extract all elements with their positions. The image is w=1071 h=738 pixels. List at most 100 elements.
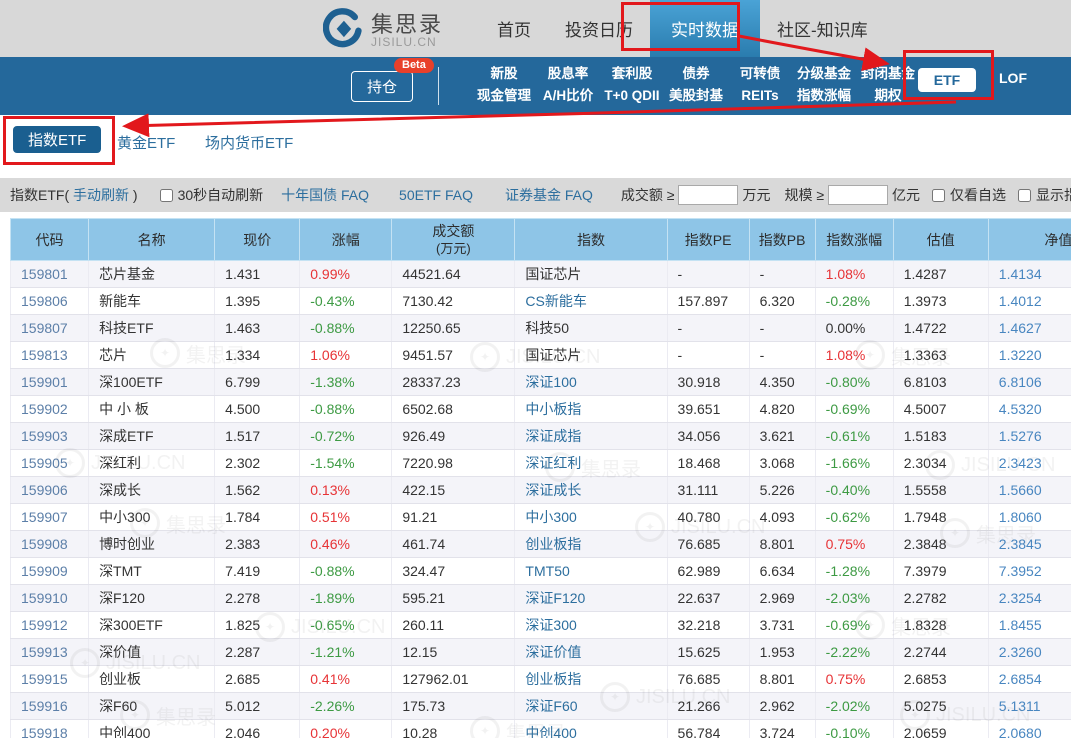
turnover-cell: 461.74 bbox=[392, 531, 515, 558]
faq-link-treasury[interactable]: 十年国债 FAQ bbox=[281, 185, 369, 205]
table-row: 159910深F1202.278-1.89%595.21深证F12022.637… bbox=[11, 585, 1071, 612]
sub-nav-item-index-etf[interactable]: 指数ETF bbox=[13, 126, 101, 153]
nav-cell[interactable]: 1.5276 bbox=[988, 423, 1071, 450]
main-nav-item[interactable]: 新股现金管理 bbox=[472, 63, 536, 107]
nav-item-lof[interactable]: LOF bbox=[999, 70, 1027, 86]
nav-cell[interactable]: 2.3423 bbox=[988, 450, 1071, 477]
pb-cell: 5.226 bbox=[749, 477, 815, 504]
index-cell: 国证芯片 bbox=[515, 261, 667, 288]
top-nav-item[interactable]: 投资日历 bbox=[548, 0, 650, 57]
nav-cell[interactable]: 2.3254 bbox=[988, 585, 1071, 612]
code-link[interactable]: 159806 bbox=[11, 288, 89, 315]
index-link[interactable]: 深证成长 bbox=[515, 477, 667, 504]
nav-cell[interactable]: 4.5320 bbox=[988, 396, 1071, 423]
code-link[interactable]: 159905 bbox=[11, 450, 89, 477]
nav-cell[interactable]: 1.5660 bbox=[988, 477, 1071, 504]
top-nav-item[interactable]: 实时数据 bbox=[650, 0, 760, 57]
code-link[interactable]: 159906 bbox=[11, 477, 89, 504]
nav-cell[interactable]: 2.3260 bbox=[988, 639, 1071, 666]
sub-nav-item-money-etf[interactable]: 场内货币ETF bbox=[205, 132, 293, 153]
nav-cell[interactable]: 7.3952 bbox=[988, 558, 1071, 585]
main-nav-item[interactable]: 债券美股封基 bbox=[664, 63, 728, 107]
change-cell: 1.06% bbox=[300, 342, 392, 369]
code-link[interactable]: 159912 bbox=[11, 612, 89, 639]
nav-item-etf[interactable]: ETF bbox=[918, 68, 976, 92]
nav-cell[interactable]: 1.4012 bbox=[988, 288, 1071, 315]
turnover-cell: 28337.23 bbox=[392, 369, 515, 396]
index-change-cell: -0.62% bbox=[815, 504, 893, 531]
index-link[interactable]: 中小板指 bbox=[515, 396, 667, 423]
index-link[interactable]: 创业板指 bbox=[515, 531, 667, 558]
nav-cell[interactable]: 1.8060 bbox=[988, 504, 1071, 531]
nav-cell[interactable]: 1.8455 bbox=[988, 612, 1071, 639]
nav-cell[interactable]: 6.8106 bbox=[988, 369, 1071, 396]
valuation-cell: 2.2744 bbox=[893, 639, 988, 666]
index-link[interactable]: 创业板指 bbox=[515, 666, 667, 693]
jisilu-logo[interactable]: 集思录 JISILU.CN bbox=[323, 8, 443, 53]
nav-cell[interactable]: 2.6854 bbox=[988, 666, 1071, 693]
pe-cell: 18.468 bbox=[667, 450, 749, 477]
index-link[interactable]: 深证300 bbox=[515, 612, 667, 639]
valuation-cell: 1.5183 bbox=[893, 423, 988, 450]
brand-name: 集思录 bbox=[371, 13, 443, 36]
nav-cell[interactable]: 2.0680 bbox=[988, 720, 1071, 738]
table-row: 159912深300ETF1.825-0.65%260.11深证30032.21… bbox=[11, 612, 1071, 639]
top-nav-item[interactable]: 首页 bbox=[480, 0, 548, 57]
code-link[interactable]: 159918 bbox=[11, 720, 89, 738]
sub-nav-item-gold-etf[interactable]: 黄金ETF bbox=[117, 132, 175, 153]
turnover-cell: 12.15 bbox=[392, 639, 515, 666]
page: 集思录 JISILU.CN 首页投资日历实时数据社区-知识库 持仓 Beta 新… bbox=[0, 0, 1071, 738]
code-link[interactable]: 159910 bbox=[11, 585, 89, 612]
index-link[interactable]: 中小300 bbox=[515, 504, 667, 531]
code-link[interactable]: 159907 bbox=[11, 504, 89, 531]
index-link[interactable]: 深证红利 bbox=[515, 450, 667, 477]
code-link[interactable]: 159903 bbox=[11, 423, 89, 450]
nav-cell[interactable]: 5.1311 bbox=[988, 693, 1071, 720]
code-link[interactable]: 159807 bbox=[11, 315, 89, 342]
faq-link-50etf[interactable]: 50ETF FAQ bbox=[399, 187, 473, 203]
faq-link-securities-fund[interactable]: 证券基金 FAQ bbox=[505, 185, 593, 205]
index-link[interactable]: TMT50 bbox=[515, 558, 667, 585]
price-cell: 1.562 bbox=[215, 477, 300, 504]
index-link[interactable]: 中创400 bbox=[515, 720, 667, 738]
index-link[interactable]: 深证100 bbox=[515, 369, 667, 396]
code-link[interactable]: 159801 bbox=[11, 261, 89, 288]
turnover-filter-input[interactable] bbox=[678, 185, 738, 205]
main-nav-item[interactable]: 可转债REITs bbox=[728, 63, 792, 107]
manual-refresh-link[interactable]: 手动刷新 bbox=[73, 187, 129, 203]
code-link[interactable]: 159915 bbox=[11, 666, 89, 693]
index-link[interactable]: 深证F120 bbox=[515, 585, 667, 612]
price-cell: 6.799 bbox=[215, 369, 300, 396]
turnover-cell: 422.15 bbox=[392, 477, 515, 504]
index-link[interactable]: 深证F60 bbox=[515, 693, 667, 720]
code-link[interactable]: 159902 bbox=[11, 396, 89, 423]
index-link[interactable]: 深证价值 bbox=[515, 639, 667, 666]
change-cell: 0.46% bbox=[300, 531, 392, 558]
pe-cell: 34.056 bbox=[667, 423, 749, 450]
nav-cell[interactable]: 1.4134 bbox=[988, 261, 1071, 288]
turnover-cell: 44521.64 bbox=[392, 261, 515, 288]
column-header: 指数PE bbox=[667, 219, 749, 261]
main-nav-item[interactable]: 分级基金指数涨幅 bbox=[792, 63, 856, 107]
show-index-etf-checkbox[interactable] bbox=[1018, 189, 1031, 202]
code-link[interactable]: 159908 bbox=[11, 531, 89, 558]
code-link[interactable]: 159813 bbox=[11, 342, 89, 369]
code-link[interactable]: 159909 bbox=[11, 558, 89, 585]
code-link[interactable]: 159901 bbox=[11, 369, 89, 396]
nav-cell[interactable]: 2.3845 bbox=[988, 531, 1071, 558]
index-link[interactable]: CS新能车 bbox=[515, 288, 667, 315]
main-nav-item[interactable]: 套利股T+0 QDII bbox=[600, 63, 664, 107]
code-link[interactable]: 159916 bbox=[11, 693, 89, 720]
portfolio-button[interactable]: 持仓 bbox=[351, 71, 413, 102]
scale-filter-input[interactable] bbox=[828, 185, 888, 205]
index-link[interactable]: 深证成指 bbox=[515, 423, 667, 450]
nav-cell[interactable]: 1.4627 bbox=[988, 315, 1071, 342]
name-cell: 中 小 板 bbox=[89, 396, 215, 423]
code-link[interactable]: 159913 bbox=[11, 639, 89, 666]
nav-cell[interactable]: 1.3220 bbox=[988, 342, 1071, 369]
main-nav-item[interactable]: 封闭基金期权 bbox=[856, 63, 920, 107]
auto-refresh-checkbox[interactable] bbox=[160, 189, 173, 202]
main-nav-item[interactable]: 股息率A/H比价 bbox=[536, 63, 600, 107]
only-watchlist-checkbox[interactable] bbox=[932, 189, 945, 202]
top-nav-item[interactable]: 社区-知识库 bbox=[760, 0, 885, 57]
